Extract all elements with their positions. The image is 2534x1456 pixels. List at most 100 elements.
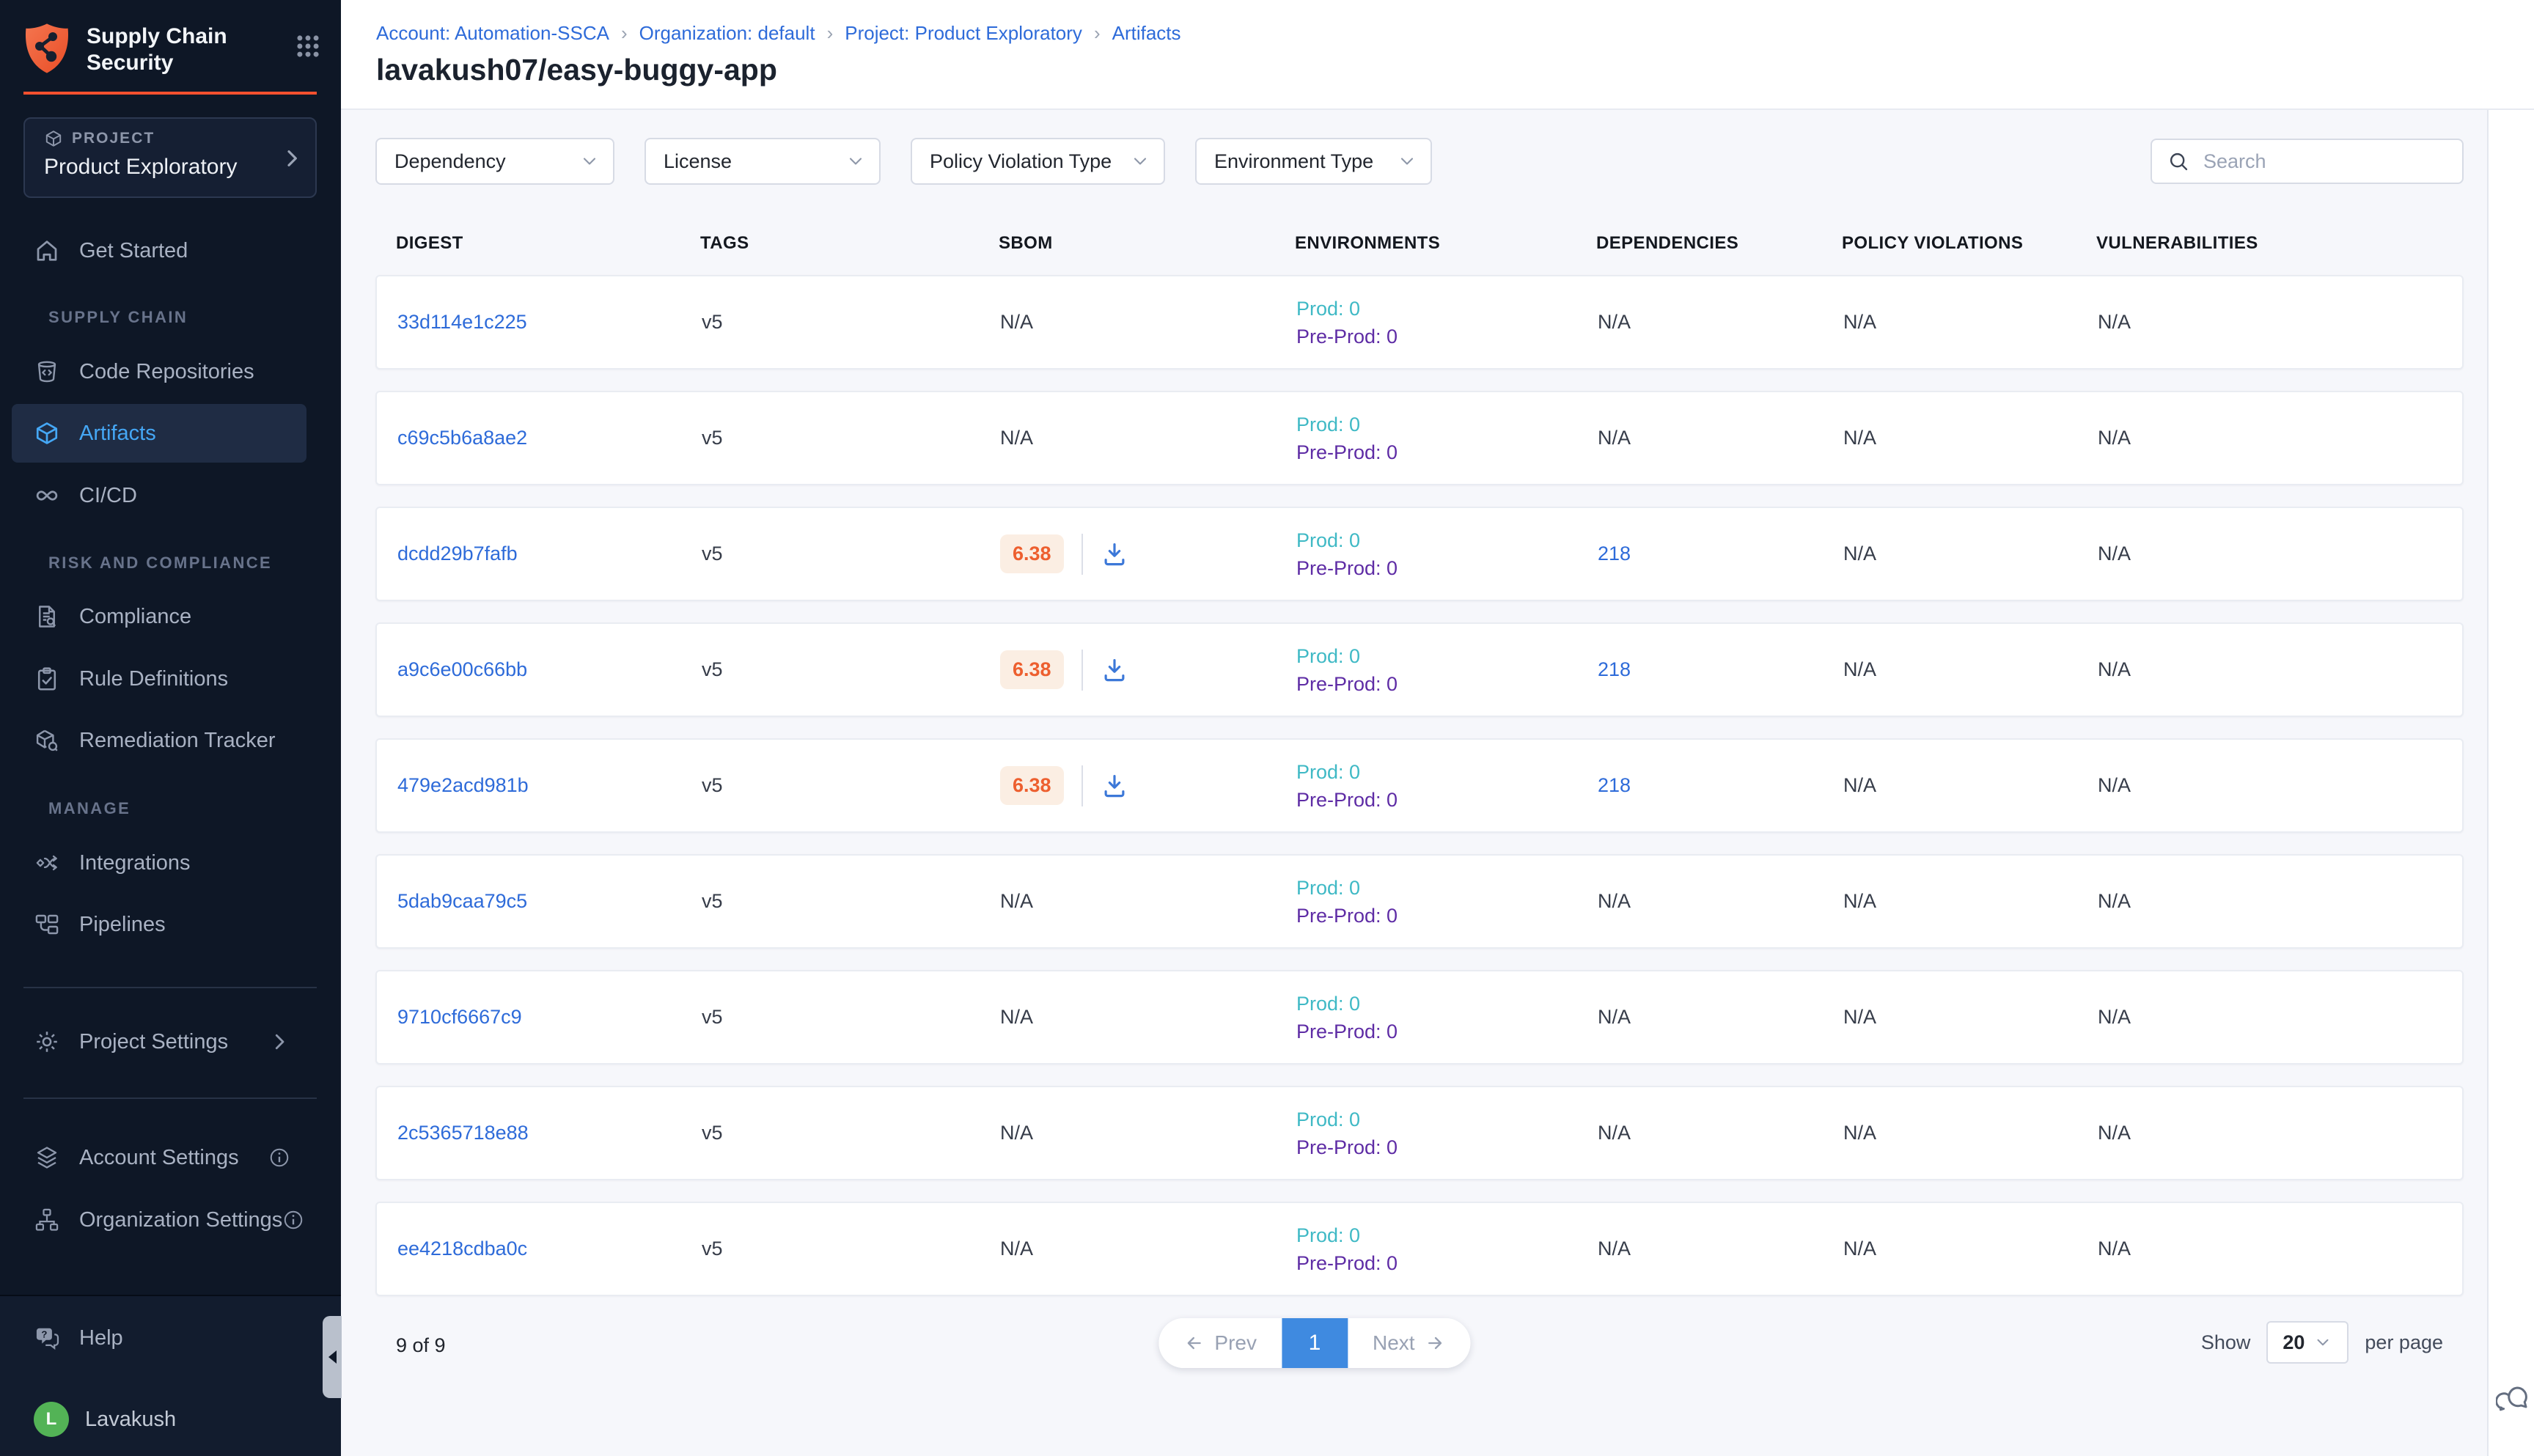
breadcrumb-project[interactable]: Project: Product Exploratory [845,22,1082,45]
env-prod[interactable]: Prod: 0 [1296,758,1360,786]
main-panel: Dependency License Policy Violation Type [341,110,2487,1456]
env-prod[interactable]: Prod: 0 [1296,990,1360,1018]
sidebar-item-project-settings[interactable]: Project Settings [12,1014,306,1070]
sidebar-item-integrations[interactable]: Integrations [12,835,306,891]
dependencies-value: N/A [1598,890,1631,913]
project-selector[interactable]: PROJECT Product Exploratory [23,117,317,198]
download-sbom-icon[interactable] [1101,540,1128,568]
env-preprod[interactable]: Pre-Prod: 0 [1296,438,1398,466]
sidebar-item-remediation-tracker[interactable]: Remediation Tracker [12,713,306,768]
column-header-vulnerabilities: VULNERABILITIES [2096,233,2443,254]
filter-dependency-dropdown[interactable]: Dependency [375,138,614,185]
sidebar-item-organization-settings[interactable]: Organization Settings [12,1192,306,1248]
sbom-score-badge: 6.38 [1000,650,1064,689]
prev-page-button[interactable]: Prev [1158,1318,1282,1368]
artifact-table: DIGEST TAGS SBOM ENVIRONMENTS DEPENDENCI… [375,233,2464,1296]
gear-icon [34,1029,60,1055]
dependencies-value[interactable]: 218 [1598,543,1631,565]
user-menu[interactable]: L Lavakush [12,1391,306,1447]
tag-value: v5 [702,658,723,681]
sidebar-item-account-settings[interactable]: Account Settings [12,1130,306,1185]
chevron-down-icon [1397,151,1417,172]
feedback-chat-icon[interactable] [2496,1383,2531,1418]
sidebar-item-get-started[interactable]: Get Started [12,223,306,279]
code-repo-icon [34,359,60,385]
sidebar-divider [23,987,317,988]
current-page-button[interactable]: 1 [1282,1318,1348,1368]
breadcrumb: Account: Automation-SSCA › Organization:… [376,22,1181,45]
column-header-dependencies: DEPENDENCIES [1596,233,1842,254]
env-preprod[interactable]: Pre-Prod: 0 [1296,323,1398,350]
content-area: Account: Automation-SSCA › Organization:… [341,0,2534,1456]
sbom-na: N/A [1000,1006,1033,1029]
dependencies-value: N/A [1598,1238,1631,1260]
sidebar-divider [23,1097,317,1099]
breadcrumb-artifacts[interactable]: Artifacts [1112,22,1181,45]
dependencies-value[interactable]: 218 [1598,658,1631,681]
result-count: 9 of 9 [396,1334,446,1357]
table-header-row: DIGEST TAGS SBOM ENVIRONMENTS DEPENDENCI… [375,233,2464,254]
digest-link[interactable]: ee4218cdba0c [397,1238,527,1260]
env-preprod[interactable]: Pre-Prod: 0 [1296,554,1398,582]
filter-license-dropdown[interactable]: License [644,138,881,185]
env-preprod[interactable]: Pre-Prod: 0 [1296,1249,1398,1277]
env-preprod[interactable]: Pre-Prod: 0 [1296,670,1398,698]
digest-link[interactable]: 9710cf6667c9 [397,1006,522,1029]
layers-icon [34,1144,60,1171]
sidebar-item-cicd[interactable]: CI/CD [12,468,306,523]
next-page-button[interactable]: Next [1348,1318,1471,1368]
sidebar: Supply Chain Security PROJECT [0,0,341,1456]
sidebar-collapse-handle[interactable] [323,1316,342,1398]
sidebar-heading-risk-compliance: RISK AND COMPLIANCE [48,554,272,573]
digest-link[interactable]: a9c6e00c66bb [397,658,527,681]
sidebar-bottom-section: ? Help L Lavakush [0,1295,341,1456]
filter-environment-type-dropdown[interactable]: Environment Type [1195,138,1432,185]
sbom-score-group: 6.38 [1000,534,1128,575]
digest-link[interactable]: c69c5b6a8ae2 [397,427,527,449]
policy-violations-value: N/A [1843,427,1876,449]
digest-link[interactable]: 33d114e1c225 [397,311,527,334]
dependencies-value: N/A [1598,1122,1631,1144]
tag-value: v5 [702,311,723,334]
sidebar-item-rule-definitions[interactable]: Rule Definitions [12,651,306,707]
integrations-icon [34,850,60,876]
sbom-score-badge: 6.38 [1000,534,1064,573]
download-sbom-icon[interactable] [1101,772,1128,800]
sidebar-item-code-repositories[interactable]: Code Repositories [12,344,306,400]
sidebar-item-pipelines[interactable]: Pipelines [12,897,306,952]
digest-link[interactable]: 5dab9caa79c5 [397,890,527,913]
env-preprod[interactable]: Pre-Prod: 0 [1296,1133,1398,1161]
sidebar-item-help[interactable]: ? Help [12,1310,306,1366]
env-prod[interactable]: Prod: 0 [1296,411,1360,438]
env-preprod[interactable]: Pre-Prod: 0 [1296,786,1398,814]
project-cube-icon [44,129,63,148]
dependencies-value[interactable]: 218 [1598,774,1631,797]
search-input[interactable] [2202,150,2447,174]
app-switcher-grid-icon[interactable] [294,32,322,60]
sbom-na: N/A [1000,890,1033,913]
sidebar-item-compliance[interactable]: Compliance [12,589,306,644]
sidebar-item-artifacts[interactable]: Artifacts [12,404,306,463]
env-prod[interactable]: Prod: 0 [1296,874,1360,902]
env-prod[interactable]: Prod: 0 [1296,295,1360,323]
table-row: dcdd29b7fafb v5 6.38 Prod: 0 Pre-Prod: 0 [375,507,2464,601]
filter-policy-violation-type-dropdown[interactable]: Policy Violation Type [911,138,1165,185]
env-prod[interactable]: Prod: 0 [1296,642,1360,670]
env-preprod[interactable]: Pre-Prod: 0 [1296,902,1398,930]
download-sbom-icon[interactable] [1101,656,1128,684]
page-size-dropdown[interactable]: 20 [2266,1321,2348,1364]
env-preprod[interactable]: Pre-Prod: 0 [1296,1018,1398,1045]
breadcrumb-organization[interactable]: Organization: default [639,22,815,45]
env-prod[interactable]: Prod: 0 [1296,1106,1360,1133]
column-header-digest: DIGEST [396,233,700,254]
table-row: 2c5365718e88 v5 N/A Prod: 0 Pre-Prod: 0 … [375,1086,2464,1180]
breadcrumb-account[interactable]: Account: Automation-SSCA [376,22,609,45]
tag-value: v5 [702,1238,723,1260]
digest-link[interactable]: dcdd29b7fafb [397,543,518,565]
remediation-box-icon [34,727,60,754]
sbom-na: N/A [1000,1238,1033,1260]
env-prod[interactable]: Prod: 0 [1296,1221,1360,1249]
digest-link[interactable]: 2c5365718e88 [397,1122,529,1144]
env-prod[interactable]: Prod: 0 [1296,526,1360,554]
digest-link[interactable]: 479e2acd981b [397,774,529,797]
